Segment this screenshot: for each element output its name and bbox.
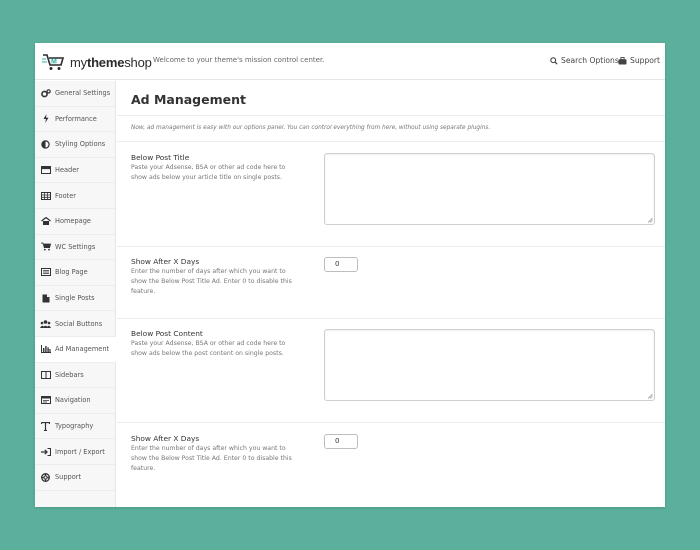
adjust-icon	[40, 140, 51, 149]
show-after-days-input[interactable]: 0	[324, 434, 358, 449]
sidebar-item-label: Navigation	[55, 396, 91, 405]
text-icon	[40, 421, 51, 431]
option-description: Paste your Adsense, BSA or other ad code…	[131, 340, 286, 357]
table-icon	[40, 191, 51, 200]
logo-text: mythemeshop	[70, 54, 152, 70]
support-label: Support	[630, 56, 661, 65]
sidebar-item-label: Typography	[55, 422, 94, 431]
sidebar-item-styling-options[interactable]: Styling Options	[35, 132, 115, 158]
sidebar-item-label: General Settings	[55, 89, 111, 98]
divider	[117, 115, 665, 116]
sidebar-item-ad-management[interactable]: Ad Management	[35, 336, 116, 363]
top-bar: M mythemeshop Welcome to your theme's mi…	[35, 43, 665, 80]
search-icon	[550, 56, 558, 65]
divider	[117, 141, 665, 142]
cart-logo-icon: M	[42, 54, 65, 70]
sign-in-icon	[40, 447, 51, 456]
option-title: Show After X Days	[131, 257, 200, 266]
sidebar-item-social-buttons[interactable]: Social Buttons	[35, 311, 115, 337]
file-icon	[40, 294, 51, 303]
sidebar-item-blog-page[interactable]: Blog Page	[35, 260, 115, 286]
main-content: Ad Management Now, ad management is easy…	[117, 81, 665, 507]
sidebar-item-support[interactable]: Support	[35, 465, 115, 491]
gears-icon	[40, 88, 51, 98]
sidebar-item-single-posts[interactable]: Single Posts	[35, 286, 115, 312]
header-icon	[40, 166, 51, 175]
sidebar: General Settings Performance Styling Opt…	[35, 81, 116, 507]
show-after-days-input[interactable]: 0	[324, 257, 358, 272]
sidebar-item-label: Performance	[55, 114, 97, 123]
sidebar-item-label: Support	[55, 473, 82, 482]
sidebar-item-label: Single Posts	[55, 294, 95, 303]
briefcase-icon	[618, 56, 627, 65]
sidebar-item-navigation[interactable]: Navigation	[35, 388, 115, 414]
columns-icon	[40, 370, 51, 379]
intro-text: Now, ad management is easy with our opti…	[131, 125, 491, 131]
sidebar-item-label: Homepage	[55, 217, 91, 226]
users-icon	[40, 319, 51, 328]
sidebar-item-label: Import / Export	[55, 447, 105, 456]
sidebar-item-label: Header	[55, 166, 80, 175]
sidebar-item-import-export[interactable]: Import / Export	[35, 439, 115, 465]
support-link[interactable]: Support	[618, 56, 660, 65]
sidebar-item-general-settings[interactable]: General Settings	[35, 81, 115, 107]
navigation-icon	[40, 396, 51, 405]
sidebar-item-label: Social Buttons	[55, 319, 103, 328]
sidebar-item-homepage[interactable]: Homepage	[35, 209, 115, 235]
sidebar-item-footer[interactable]: Footer	[35, 183, 115, 209]
option-title: Below Post Content	[131, 329, 203, 338]
option-title: Below Post Title	[131, 153, 190, 162]
logo: M mythemeshop	[42, 52, 152, 72]
home-icon	[40, 217, 51, 226]
option-description: Enter the number of days after which you…	[131, 268, 292, 295]
divider	[117, 246, 665, 247]
bar-chart-icon	[40, 345, 51, 354]
search-options-link[interactable]: Search Options	[550, 56, 619, 65]
option-title: Show After X Days	[131, 434, 200, 443]
sidebar-item-label: Ad Management	[55, 345, 110, 354]
sidebar-item-performance[interactable]: Performance	[35, 107, 115, 133]
svg-text:M: M	[51, 59, 57, 66]
search-options-label: Search Options	[561, 56, 619, 65]
option-description: Enter the number of days after which you…	[131, 445, 292, 472]
header-tagline: Welcome to your theme's mission control …	[153, 56, 325, 64]
lifebuoy-icon	[40, 472, 51, 482]
sidebar-item-label: WC Settings	[55, 242, 96, 251]
below-post-content-textarea[interactable]	[324, 329, 655, 401]
sidebar-item-wc-settings[interactable]: WC Settings	[35, 235, 115, 261]
sidebar-item-label: Sidebars	[55, 370, 84, 379]
divider	[117, 422, 665, 423]
sidebar-item-header[interactable]: Header	[35, 158, 115, 184]
list-icon	[40, 268, 51, 277]
below-post-title-textarea[interactable]	[324, 153, 655, 225]
divider	[117, 318, 665, 319]
option-description: Paste your Adsense, BSA or other ad code…	[131, 164, 286, 181]
sidebar-item-sidebars[interactable]: Sidebars	[35, 363, 115, 389]
sidebar-item-label: Footer	[55, 191, 76, 200]
options-panel: M mythemeshop Welcome to your theme's mi…	[35, 43, 665, 507]
sidebar-item-label: Styling Options	[55, 140, 106, 149]
bolt-icon	[40, 114, 51, 124]
cart-icon	[40, 242, 51, 251]
sidebar-item-typography[interactable]: Typography	[35, 414, 115, 440]
resize-grip-icon[interactable]	[647, 393, 653, 399]
sidebar-item-label: Blog Page	[55, 268, 88, 277]
resize-grip-icon[interactable]	[647, 217, 653, 223]
page-title: Ad Management	[131, 92, 246, 107]
